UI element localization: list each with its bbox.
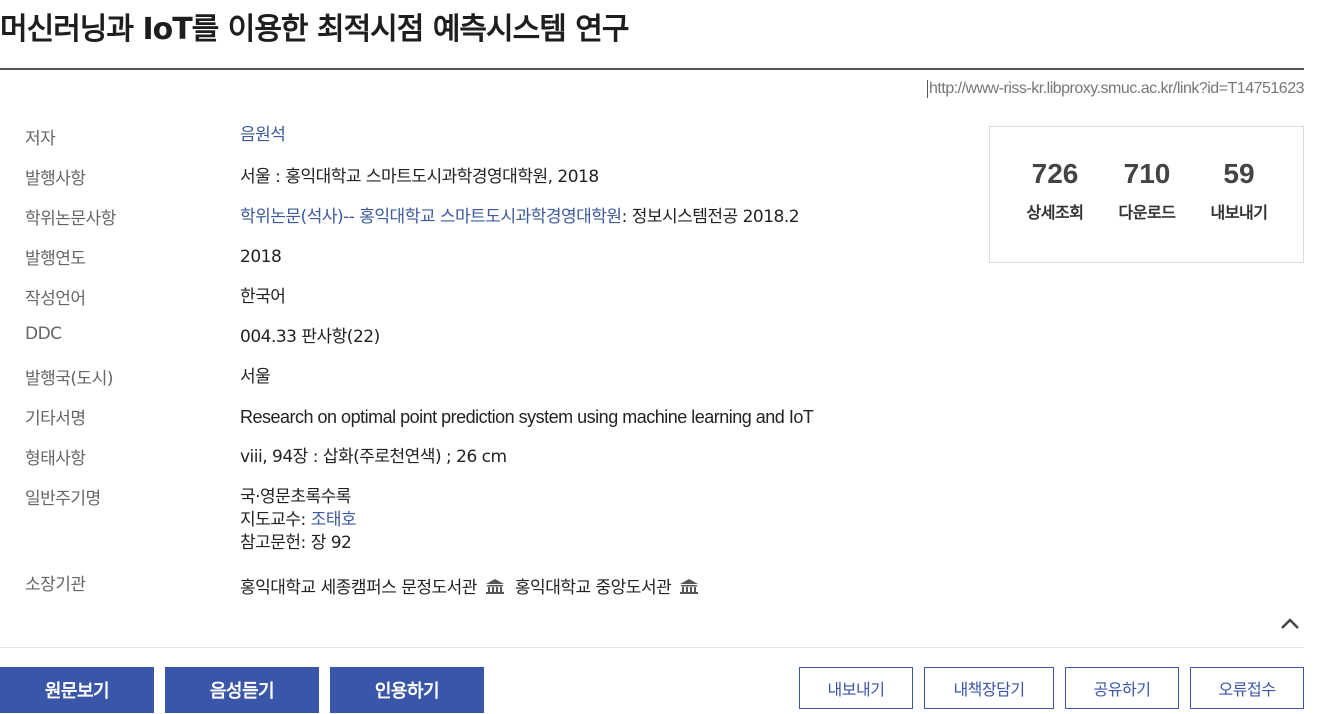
view-original-button[interactable]: 원문보기 [0, 667, 154, 713]
report-error-button[interactable]: 오류접수 [1190, 667, 1304, 709]
notes-label: 일반주기명 [25, 489, 101, 509]
page-title: 머신러닝과 IoT를 이용한 최적시점 예측시스템 연구 [0, 12, 629, 47]
notes-line-references: 참고문헌: 장 92 [240, 533, 352, 553]
author-link[interactable]: 음원석 [240, 125, 286, 145]
notes-line-advisor: 지도교수: 조태호 [240, 509, 357, 532]
notes-value: 국·영문초록수록 지도교수: 조태호 참고문헌: 장 92 [240, 486, 357, 555]
author-value: 음원석 [240, 124, 286, 147]
language-label: 작성언어 [25, 289, 86, 309]
thesis-label: 학위논문사항 [25, 209, 116, 229]
library-building-icon[interactable] [485, 578, 505, 594]
ddc-label: DDC [25, 324, 62, 344]
ddc-value: 004.33 판사항(22) [240, 327, 380, 347]
format-label: 형태사항 [25, 449, 86, 469]
bottom-divider [0, 647, 1304, 648]
library-name-sejong[interactable]: 홍익대학교 세종캠퍼스 문정도서관 [240, 578, 477, 598]
stat-downloads-value: 710 [1123, 158, 1171, 189]
title-divider [0, 68, 1304, 70]
publication-label: 발행사항 [25, 169, 86, 189]
year-value: 2018 [240, 247, 282, 267]
year-label: 발행연도 [25, 249, 86, 269]
listen-button[interactable]: 음성듣기 [165, 667, 319, 713]
stat-downloads: 710 다운로드 [1102, 157, 1192, 223]
library-name-central[interactable]: 홍익대학교 중앙도서관 [515, 578, 672, 598]
library-building-icon[interactable] [679, 578, 699, 594]
cite-button[interactable]: 인용하기 [330, 667, 484, 713]
language-value: 한국어 [240, 287, 286, 307]
chevron-up-icon[interactable] [1278, 614, 1302, 634]
notes-line-abstract: 국·영문초록수록 [240, 487, 351, 507]
stat-downloads-label: 다운로드 [1118, 203, 1176, 222]
holdings-label: 소장기관 [25, 575, 86, 595]
stat-views-label: 상세조회 [1026, 203, 1084, 222]
publication-value: 서울 : 홍익대학교 스마트도시과학경영대학원, 2018 [240, 167, 599, 187]
thesis-link[interactable]: 학위논문(석사)-- 홍익대학교 스마트도시과학경영대학원 [240, 207, 622, 227]
other-title-label: 기타서명 [25, 409, 86, 429]
usage-stats-box: 726 상세조회 710 다운로드 59 내보내기 [989, 126, 1304, 263]
thesis-rest: : 정보시스템전공 2018.2 [621, 207, 800, 227]
share-button[interactable]: 공유하기 [1065, 667, 1179, 709]
country-value: 서울 [240, 367, 271, 387]
stat-views: 726 상세조회 [1010, 157, 1100, 223]
stat-exports: 59 내보내기 [1194, 157, 1284, 223]
stat-exports-value: 59 [1223, 158, 1255, 189]
advisor-link[interactable]: 조태호 [311, 510, 357, 530]
stat-exports-label: 내보내기 [1210, 203, 1268, 222]
country-label: 발행국(도시) [25, 369, 113, 389]
thesis-value: 학위논문(석사)-- 홍익대학교 스마트도시과학경영대학원: 정보시스템전공 2… [240, 206, 800, 229]
permalink-url[interactable]: http://www-riss-kr.libproxy.smuc.ac.kr/l… [927, 80, 1304, 98]
holdings-value: 홍익대학교 세종캠퍼스 문정도서관 홍익대학교 중앙도서관 [240, 577, 709, 600]
author-label: 저자 [25, 129, 56, 149]
export-button[interactable]: 내보내기 [799, 667, 913, 709]
stat-views-value: 726 [1031, 158, 1079, 189]
format-value: viii, 94장 : 삽화(주로천연색) ; 26 cm [240, 447, 507, 467]
advisor-prefix: 지도교수: [240, 510, 311, 530]
other-title-value: Research on optimal point prediction sys… [240, 407, 814, 427]
save-to-shelf-button[interactable]: 내책장담기 [924, 667, 1054, 709]
